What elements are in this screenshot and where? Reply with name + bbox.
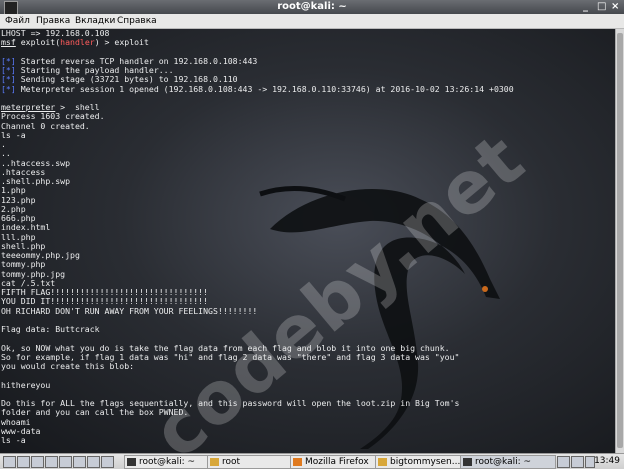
minimize-button[interactable]: _ [583, 1, 588, 12]
volume-icon[interactable] [571, 456, 584, 468]
taskbar: root@kali: ~ root Mozilla Firefox bigtom… [0, 453, 624, 469]
terminal-line: tommy.php [1, 259, 46, 270]
window-titlebar[interactable]: root@kali: ~ _ □ × [0, 0, 624, 15]
terminal-line: ls -a [1, 129, 26, 140]
terminal-line: .. [1, 148, 11, 159]
menu-file[interactable]: Файл [5, 16, 30, 26]
menu-tabs[interactable]: Вкладки [75, 16, 115, 26]
terminal-line: ..htaccess.swp [1, 157, 71, 168]
clock: 13:49 [594, 456, 620, 466]
terminal-line-segment: exploit( [15, 37, 61, 48]
terminal-line: index.html [1, 222, 51, 233]
terminal-icon [463, 458, 472, 466]
network-icon[interactable] [557, 456, 570, 468]
terminal-line: [*] Meterpreter session 1 opened (192.16… [1, 83, 514, 94]
terminal-line: Flag data: Buttcrack [1, 324, 100, 334]
terminal-area[interactable]: codeby.net LHOST => 192.168.0.108 msf exp… [0, 29, 615, 453]
terminal-line: 123.php [1, 194, 36, 205]
terminal-line: 2.php [1, 203, 26, 214]
apps-menu-icon[interactable] [3, 456, 16, 468]
browser-icon[interactable] [31, 456, 44, 468]
terminal-line: you would create this blob: [1, 361, 135, 371]
menu-help[interactable]: Справка [117, 16, 157, 26]
terminal-line: 1.php [1, 185, 26, 196]
menu-bar: Файл Правка Вкладки Справка [0, 14, 624, 29]
terminal-scrollbar[interactable] [615, 29, 624, 453]
screenshot-icon[interactable] [73, 456, 86, 468]
terminal-line: tommy.php.jpg [1, 268, 66, 279]
terminal-line-segment: ) > exploit [94, 37, 149, 48]
terminal-line-segment: msf [1, 37, 16, 48]
terminal-line: www-data [1, 425, 41, 436]
terminal-line: 666.php [1, 213, 36, 223]
editor-icon[interactable] [59, 456, 72, 468]
task-bigtommy[interactable]: bigtommysen... [375, 455, 473, 469]
close-button[interactable]: × [611, 1, 619, 12]
scrollbar-thumb[interactable] [617, 33, 623, 448]
terminal-line: .shell.php.swp [1, 176, 71, 186]
terminal-line-segment: Meterpreter session 1 opened (192.168.0.… [15, 83, 514, 94]
file-manager-icon[interactable] [17, 456, 30, 468]
firefox-icon [293, 458, 302, 466]
window-title: root@kali: ~ [277, 1, 347, 12]
terminal-line: hithereyou [1, 379, 51, 390]
terminal-line: ls -a [1, 435, 26, 445]
terminal-line: whoami [1, 416, 31, 427]
terminal-line: msf exploit(handler) > exploit [1, 38, 514, 47]
folder-icon [378, 458, 387, 466]
task-firefox[interactable]: Mozilla Firefox [290, 455, 388, 469]
task-terminal-1[interactable]: root@kali: ~ [124, 455, 220, 469]
terminal-output: LHOST => 192.168.0.108 msf exploit(handle… [1, 29, 514, 445]
task-root-folder[interactable]: root [207, 455, 303, 469]
task-terminal-active[interactable]: root@kali: ~ [460, 455, 556, 469]
terminal-line: OH RICHARD DON'T RUN AWAY FROM YOUR FEEL… [1, 305, 258, 316]
terminal-line: lll.php [1, 231, 36, 242]
menu-edit[interactable]: Правка [36, 16, 70, 26]
terminal-line-segment: handler [60, 37, 95, 48]
terminal-launcher-icon[interactable] [45, 456, 58, 468]
terminal-line: Channel 0 created. [1, 120, 90, 131]
terminal-line: teeeommy.php.jpg [1, 250, 80, 260]
terminal-line-segment: [*] [1, 83, 16, 94]
settings-icon[interactable] [87, 456, 100, 468]
terminal-icon [127, 458, 136, 466]
maximize-button[interactable]: □ [597, 1, 606, 12]
terminal-line: folder and you can call the box PWNED. [1, 407, 189, 418]
workspace-icon[interactable] [101, 456, 114, 468]
folder-icon [210, 458, 219, 466]
terminal-line: .htaccess [1, 166, 46, 177]
terminal-line: . [1, 139, 6, 149]
